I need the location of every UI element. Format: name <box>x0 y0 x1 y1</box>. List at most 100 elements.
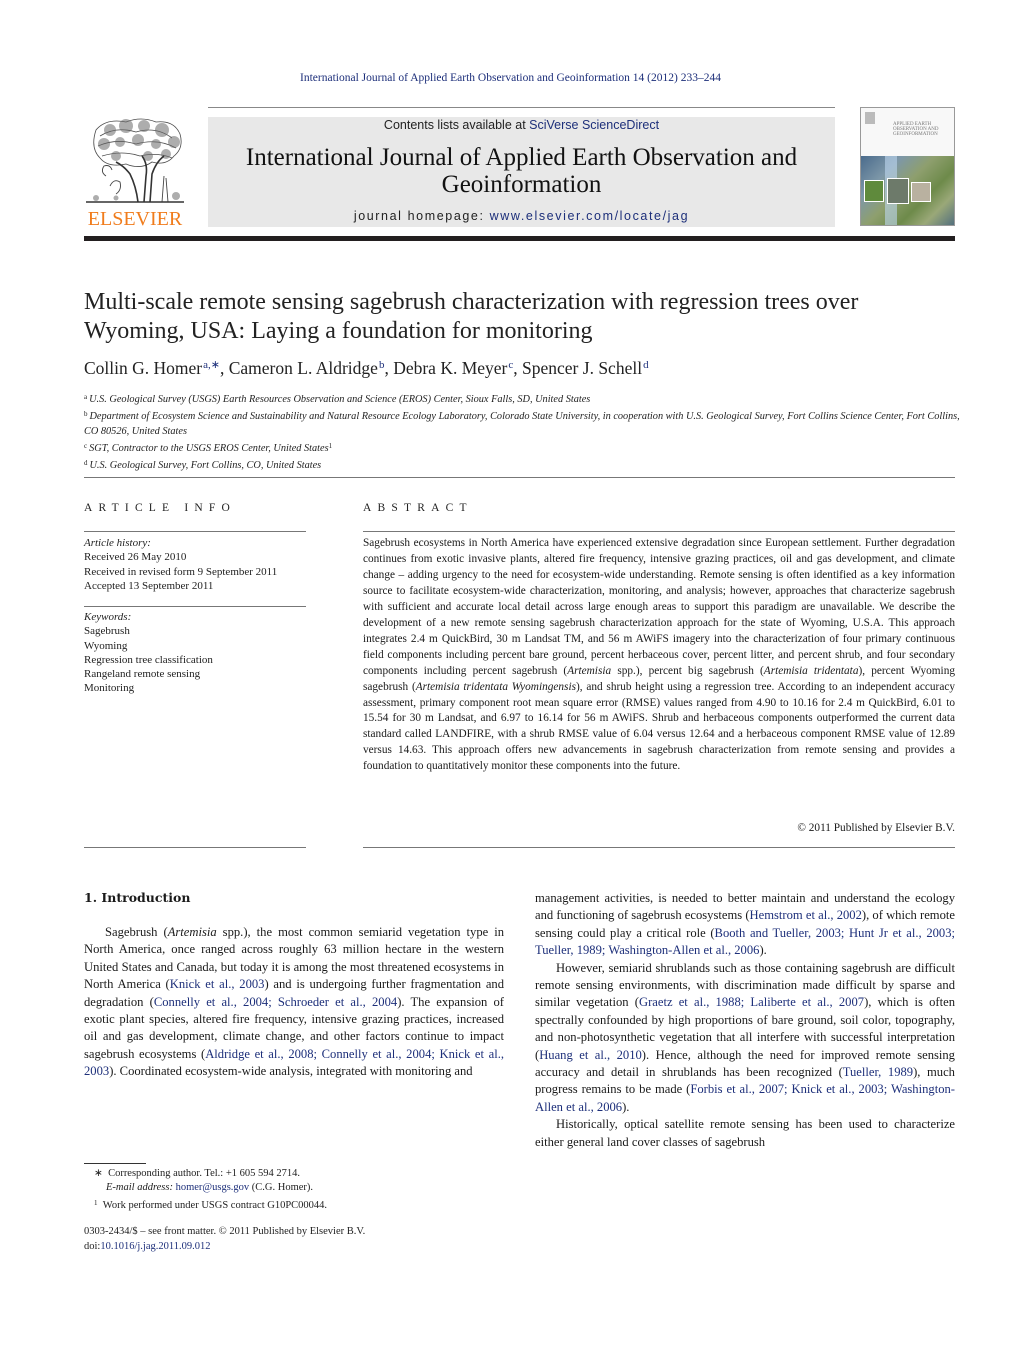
author-affiliation-mark[interactable]: a,∗ <box>203 359 220 371</box>
issn-line: 0303-2434/$ – see front matter. © 2011 P… <box>84 1226 366 1237</box>
affiliation-mark: c <box>84 441 88 450</box>
body-paragraph: However, semiarid shrublands such as tho… <box>535 960 955 1117</box>
affiliation: b Department of Ecosystem Science and Sus… <box>84 407 964 439</box>
affiliation-text: SGT, Contractor to the USGS EROS Center,… <box>89 442 329 454</box>
text-run: spp.), percent big sagebrush ( <box>611 664 764 677</box>
affiliation: c SGT, Contractor to the USGS EROS Center… <box>84 439 964 456</box>
author-name: Cameron L. Aldridge <box>228 358 378 378</box>
elsevier-tree-icon <box>86 118 184 203</box>
citation-link[interactable]: Knick et al., 2003 <box>170 977 265 991</box>
front-matter: 0303-2434/$ – see front matter. © 2011 P… <box>84 1225 514 1255</box>
citation-link[interactable]: Graetz et al., 1988; Laliberte et al., 2… <box>639 995 864 1009</box>
journal-title[interactable]: International Journal of Applied Earth O… <box>208 144 835 198</box>
author[interactable]: Debra K. Meyerc <box>393 358 513 378</box>
corresponding-author-note: ∗ Corresponding author. Tel.: +1 605 594… <box>84 1167 514 1181</box>
contents-prefix: Contents lists available at <box>383 118 530 132</box>
keywords: Keywords: Sagebrush Wyoming Regression t… <box>84 610 314 696</box>
elsevier-logo[interactable]: ELSEVIER <box>84 116 186 230</box>
footnote-mark: ∗ <box>94 1168 103 1179</box>
email-label: E-mail address: <box>106 1182 173 1194</box>
footnote-mark[interactable]: 1 <box>329 442 333 450</box>
body-paragraph: Sagebrush (Artemisia spp.), the most com… <box>84 924 504 1081</box>
cover-photo-tile <box>864 180 884 202</box>
article-info-divider <box>84 847 306 848</box>
running-head[interactable]: International Journal of Applied Earth O… <box>0 72 1021 84</box>
email-suffix: (C.G. Homer). <box>249 1182 314 1194</box>
keyword: Sagebrush <box>84 625 130 638</box>
citation-link[interactable]: Huang et al., 2010 <box>539 1048 642 1062</box>
corresponding-text: Corresponding author. Tel.: +1 605 594 2… <box>108 1168 301 1179</box>
affiliation-text: Department of Ecosystem Science and Sust… <box>84 411 960 437</box>
article-info-divider <box>84 531 306 532</box>
italic-text: Artemisia tridentata <box>763 664 859 677</box>
italic-text: Artemisia tridentata Wyomingensis <box>415 680 576 693</box>
article-history-label: Article history: <box>84 537 151 549</box>
affiliation: d U.S. Geological Survey, Fort Collins, C… <box>84 456 964 473</box>
doi-link[interactable]: 10.1016/j.jag.2011.09.012 <box>100 1241 210 1252</box>
sciencedirect-link[interactable]: SciVerse ScienceDirect <box>529 118 659 132</box>
text-run: ), and shrub height using a regression t… <box>363 680 955 773</box>
footnote-mark: 1 <box>94 1198 98 1207</box>
body-paragraph: management activities, is needed to bett… <box>535 890 955 960</box>
homepage-link[interactable]: www.elsevier.com/locate/jag <box>490 209 690 223</box>
affiliation-divider <box>84 477 955 478</box>
doi-prefix: doi: <box>84 1240 101 1252</box>
body-paragraph: Historically, optical satellite remote s… <box>535 1116 955 1151</box>
doi-line: doi:10.1016/j.jag.2011.09.012 <box>84 1240 514 1255</box>
abstract-heading: ABSTRACT <box>363 502 473 514</box>
text-run: ). <box>622 1099 630 1114</box>
author[interactable]: Collin G. Homera,∗ <box>84 358 220 378</box>
affiliation-mark: d <box>84 459 88 468</box>
cover-photo-tile <box>911 182 931 202</box>
author[interactable]: Spencer J. Schelld <box>522 358 649 378</box>
history-item: Received in revised form 9 September 201… <box>84 565 278 578</box>
author-affiliation-mark[interactable]: b <box>379 359 385 371</box>
section-heading: 1. Introduction <box>84 890 191 905</box>
journal-cover-thumbnail[interactable]: APPLIED EARTH OBSERVATION AND GEOINFORMA… <box>860 107 955 226</box>
affiliation-text: U.S. Geological Survey, Fort Collins, CO… <box>89 460 322 472</box>
article-info-heading: ARTICLE INFO <box>84 502 236 514</box>
keywords-label: Keywords: <box>84 611 132 623</box>
author-affiliation-mark[interactable]: d <box>643 359 649 371</box>
article-history: Article history: Received 26 May 2010 Re… <box>84 536 314 593</box>
body-column-right: management activities, is needed to bett… <box>535 890 955 1151</box>
author-affiliation-mark[interactable]: c <box>508 359 513 371</box>
author[interactable]: Cameron L. Aldridgeb <box>229 358 385 378</box>
footnote-divider <box>84 1163 146 1164</box>
citation-link[interactable]: Hemstrom et al., 2002 <box>750 908 862 922</box>
author-name: Collin G. Homer <box>84 358 203 378</box>
affiliation: a U.S. Geological Survey (USGS) Earth Res… <box>84 390 964 407</box>
journal-masthead: Contents lists available at SciVerse Sci… <box>208 117 835 227</box>
article-title: Multi-scale remote sensing sagebrush cha… <box>84 289 859 344</box>
text-run: ). Coordinated ecosystem-wide analysis, … <box>109 1064 473 1079</box>
citation-link[interactable]: Tueller, 1989 <box>843 1065 913 1079</box>
abstract-text: Sagebrush ecosystems in North America ha… <box>363 536 955 775</box>
email-link[interactable]: homer@usgs.gov <box>176 1182 250 1193</box>
cover-photo-tile <box>887 178 909 204</box>
author-name: Spencer J. Schell <box>522 358 643 378</box>
funding-note: 1 Work performed under USGS contract G10… <box>84 1196 514 1213</box>
history-item: Received 26 May 2010 <box>84 551 187 564</box>
contents-availability: Contents lists available at SciVerse Sci… <box>208 118 835 132</box>
body-column-left: Sagebrush (Artemisia spp.), the most com… <box>84 924 504 1081</box>
keyword: Regression tree classification <box>84 653 213 666</box>
text-run: Historically, optical satellite remote s… <box>535 1117 955 1149</box>
keyword: Wyoming <box>84 639 128 652</box>
footnotes: ∗ Corresponding author. Tel.: +1 605 594… <box>84 1167 514 1213</box>
abstract-divider <box>363 531 955 532</box>
keyword: Monitoring <box>84 682 135 695</box>
citation-link[interactable]: Connelly et al., 2004; Schroeder et al.,… <box>154 995 397 1009</box>
history-item: Accepted 13 September 2011 <box>84 579 214 592</box>
journal-title-line2: Geoinformation <box>441 171 602 198</box>
cover-header: APPLIED EARTH OBSERVATION AND GEOINFORMA… <box>861 108 954 156</box>
text-run: Sagebrush ( <box>105 925 168 939</box>
elsevier-wordmark: ELSEVIER <box>87 208 183 230</box>
affiliation-text: U.S. Geological Survey (USGS) Earth Reso… <box>89 394 591 405</box>
text-run: ). <box>759 943 767 958</box>
email-note: E-mail address: homer@usgs.gov (C.G. Hom… <box>84 1181 514 1195</box>
funding-text: Work performed under USGS contract G10PC… <box>102 1199 328 1211</box>
affiliation-mark: b <box>84 410 88 419</box>
cover-logo-icon <box>865 112 875 124</box>
author-name: Debra K. Meyer <box>393 358 508 378</box>
cover-title: APPLIED EARTH OBSERVATION AND GEOINFORMA… <box>893 122 939 137</box>
